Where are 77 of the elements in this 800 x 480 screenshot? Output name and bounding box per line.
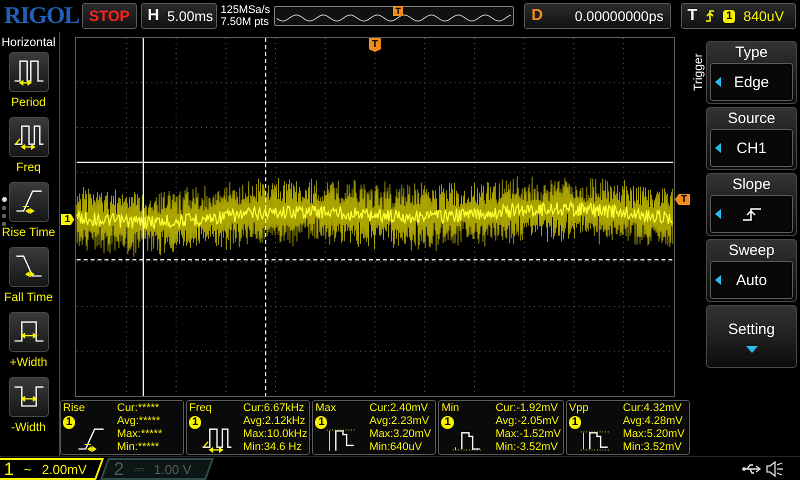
measurement-name: Min <box>441 402 460 415</box>
channel-marker[interactable]: 1 <box>60 214 74 225</box>
usb-icon <box>742 462 762 474</box>
left-arrow-icon <box>715 275 721 285</box>
cursor-line[interactable] <box>76 259 674 260</box>
measurement-value: Cur:2.40mV <box>369 402 430 415</box>
page-dot[interactable] <box>2 197 6 202</box>
menu-label: Slope <box>732 176 771 193</box>
channel-badge: 1 <box>568 416 581 429</box>
measurement-value: Avg:-2.05mV <box>495 415 560 428</box>
measurement-value: Avg:***** <box>117 415 162 428</box>
channel-badge: 1 <box>723 10 736 22</box>
down-arrow-icon <box>746 346 758 352</box>
horizontal-label: H <box>148 7 160 25</box>
measurement-value: Max:10.0kHz <box>243 428 308 441</box>
menu-value: Edge <box>734 74 770 90</box>
trigger-menu-button[interactable]: Slope <box>706 173 797 236</box>
brand-logo: RIGOL <box>4 2 78 30</box>
trigger-threshold: 840uV <box>743 8 784 24</box>
trigger-level-marker[interactable]: T <box>674 194 690 205</box>
speaker-muted-icon <box>766 460 784 476</box>
measurement-value: Max:5.20mV <box>622 428 686 441</box>
delay-value: 0.00000000ps <box>574 8 664 24</box>
measurement-name: Vpp <box>568 402 588 415</box>
page-dot[interactable] <box>2 214 6 218</box>
measurement-value: Max:-1.52mV <box>495 428 561 441</box>
memory-depth: 7.50M pts <box>220 16 270 28</box>
measurement-value: Cur:4.32mV <box>622 402 683 415</box>
rising-edge-icon <box>742 207 762 221</box>
left-arrow-icon <box>715 77 721 87</box>
measurement-value: Cur:***** <box>117 402 160 415</box>
measurement-value: Avg:2.12kHz <box>243 415 306 428</box>
page-dot[interactable] <box>2 206 6 210</box>
channel-badge: 1 <box>315 416 328 429</box>
channel-tab[interactable]: 1 ~ 2.00mV <box>0 458 104 480</box>
channel-badge: 1 <box>63 416 76 429</box>
menu-title: Trigger <box>691 52 705 93</box>
menu-value: Auto <box>736 272 767 288</box>
menu-value: CH1 <box>736 140 766 156</box>
measurement-value: Min:3.52mV <box>622 441 683 454</box>
measurement-value: Avg:2.23mV <box>369 415 430 428</box>
channel-badge: 1 <box>189 416 202 429</box>
measurement-value: Min:640uV <box>369 441 423 454</box>
cursor-line[interactable] <box>264 38 266 396</box>
trigger-menu-button[interactable]: Sweep Auto <box>706 239 797 302</box>
left-arrow-icon <box>715 209 721 219</box>
trigger-menu-button[interactable]: Setting <box>706 305 797 368</box>
left-arrow-icon <box>715 143 721 153</box>
run-stop-indicator[interactable]: STOP <box>82 3 137 29</box>
measurement-value: Cur:6.67kHz <box>243 402 306 415</box>
trigger-menu-button[interactable]: Type Edge <box>706 41 797 104</box>
rising-edge-icon <box>705 9 716 23</box>
menu-title: Horizontal <box>1 35 56 49</box>
measurement-value: Min:-3.52mV <box>495 441 559 454</box>
measurement-value: Cur:-1.92mV <box>495 402 559 415</box>
trigger-label: T <box>688 7 698 25</box>
measurement-name: Max <box>315 402 336 415</box>
measurement-value: Min:34.6 Hz <box>243 441 303 454</box>
trigger-position-marker: T <box>393 6 403 16</box>
menu-label: Setting <box>728 320 775 338</box>
measurement-value: Avg:4.28mV <box>622 415 684 428</box>
trigger-marker[interactable]: T <box>368 38 381 52</box>
measurement-name: Rise <box>63 402 86 415</box>
trigger-menu-button[interactable]: Source CH1 <box>706 107 797 170</box>
menu-label: Source <box>728 110 776 127</box>
measure-menu-item[interactable]: Rise Time <box>2 182 56 247</box>
menu-label: Type <box>735 44 768 61</box>
channel-badge: 1 <box>441 416 454 429</box>
measurement-value: Max:3.20mV <box>369 428 432 441</box>
delay-label: D <box>531 7 543 25</box>
timebase-value: 5.00ms <box>167 8 214 24</box>
measurement-name: Freq <box>189 402 212 415</box>
menu-label: Sweep <box>728 242 774 259</box>
sample-rate: 125MSa/s <box>220 4 270 16</box>
page-dot[interactable] <box>2 222 6 226</box>
measurement-value: Max:***** <box>117 428 164 441</box>
measurement-value: Min:***** <box>117 441 160 454</box>
